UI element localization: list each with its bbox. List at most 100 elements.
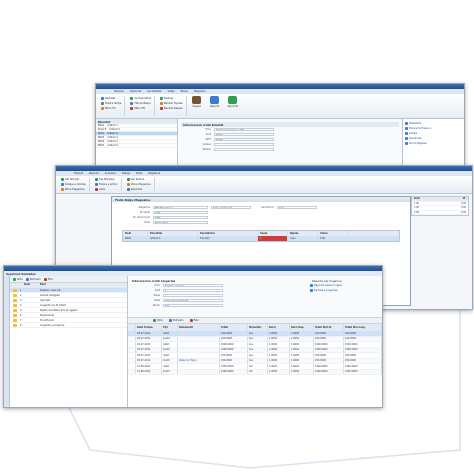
account-date-field[interactable]: 2012-03-17 00:00:00 bbox=[163, 298, 223, 303]
account-number-field[interactable]: 100 bbox=[163, 303, 223, 308]
folder-icon bbox=[13, 313, 17, 317]
menu-item[interactable]: Raporte bbox=[114, 90, 124, 93]
table-row[interactable]: B002 Artikull A Furnizim 1 cope 0.00 bbox=[123, 236, 399, 241]
ribbon-button[interactable]: Fatura e shitur bbox=[94, 183, 118, 187]
tree-row[interactable]: 8 Llogarite e posaçme bbox=[10, 323, 127, 328]
folder-icon bbox=[13, 323, 17, 327]
menu-item[interactable]: Magazina bbox=[194, 90, 206, 93]
ribbon-button[interactable]: Kartelet bbox=[101, 96, 121, 100]
menu-item[interactable]: Shitje bbox=[168, 90, 175, 93]
account-info: Informacion rreth Llogarisë Emri Kapitali… bbox=[128, 276, 382, 318]
tree-header: Kodi Emri bbox=[10, 283, 127, 288]
link-payment-account[interactable]: Konto Pagese bbox=[405, 141, 462, 146]
cost-icon bbox=[126, 178, 130, 182]
ribbon-button[interactable]: Fatura Blerje bbox=[130, 101, 151, 105]
report-icon bbox=[210, 96, 220, 104]
ribbon-button[interactable]: Cel Kandidat bbox=[130, 96, 151, 100]
folder-icon bbox=[13, 298, 17, 302]
menu-item[interactable]: Detaje bbox=[122, 172, 130, 175]
ribbon-group: Kartelet Fatura Shitje Mbro FS bbox=[98, 96, 126, 116]
dialog-form: Magazina M01 Magazina 1 Dalje per Konsum… bbox=[112, 202, 410, 228]
grid-header: Data Transa. Tipi Dokumenti Totali Moned… bbox=[128, 324, 382, 331]
account-class-field[interactable] bbox=[163, 293, 223, 298]
items-grid: Kodi Emertimi Pershkrimi Sasia Njesia Cm… bbox=[122, 230, 400, 242]
ribbon-button[interactable]: Mbro FB bbox=[130, 106, 150, 110]
ribbon-button[interactable]: Cel Kostos bbox=[126, 178, 151, 182]
delete-transaction-button[interactable]: Fshi bbox=[189, 319, 199, 322]
ribbon-group: Cel Kandidat Fatura Blerje Mbro FB bbox=[127, 96, 155, 116]
address-field[interactable] bbox=[214, 142, 274, 147]
ribbon-group: Cel Ndrysh. Detaje e ofertes Mbro Magazi… bbox=[58, 178, 90, 191]
menu-item[interactable]: Pikat bbox=[136, 172, 142, 175]
ribbon-button[interactable]: Mbro FS bbox=[101, 106, 121, 110]
value-icon bbox=[126, 183, 130, 186]
reports-button[interactable]: Raporte bbox=[207, 96, 223, 116]
plus-icon bbox=[153, 319, 156, 322]
invoice-icon bbox=[405, 127, 408, 130]
note-icon bbox=[405, 137, 408, 140]
ribbon-button[interactable]: Cel Ndrysh. bbox=[61, 178, 86, 182]
ribbon-button[interactable]: Cel Ndryshe bbox=[94, 178, 118, 182]
ribbon-button[interactable]: Bankat Hyrese bbox=[159, 101, 183, 105]
warehouse-select[interactable]: M01 Magazina 1 bbox=[153, 205, 208, 210]
ribbon-button[interactable]: Mbro Magazine bbox=[61, 187, 86, 191]
accounting-window: Veprimet Kontabel Shto Ndrysho Fshi Kodi… bbox=[3, 265, 383, 408]
invoice-icon bbox=[130, 101, 134, 105]
account-code-field[interactable]: 1 bbox=[163, 288, 223, 293]
ribbon-group: Cel Kostos Vlera Magazine Raportet bbox=[124, 178, 155, 191]
document-icon bbox=[130, 106, 134, 110]
menu-item[interactable]: Veprimet bbox=[130, 90, 141, 93]
menu-item[interactable]: Raporte bbox=[89, 172, 99, 175]
payment-icon bbox=[192, 96, 202, 104]
exit-type-select[interactable]: Dalje per Konsum bbox=[211, 205, 251, 210]
ribbon-button[interactable]: Bankat Dalese bbox=[159, 106, 183, 110]
tree-toolbar: Shto Ndrysho Fshi bbox=[10, 276, 127, 283]
menu-item[interactable]: Kontabilitet bbox=[147, 90, 161, 93]
description-field[interactable]: test bbox=[277, 205, 317, 210]
accounts-tree: Shto Ndrysho Fshi Kodi Emri 1 Kapitali, r… bbox=[10, 276, 128, 407]
menu-item[interactable]: Faturat bbox=[74, 172, 83, 175]
pencil-icon bbox=[168, 319, 172, 322]
delete-icon bbox=[189, 319, 193, 322]
cards-icon bbox=[101, 96, 104, 100]
ribbon-button[interactable]: Lista bbox=[94, 187, 118, 191]
document-icon bbox=[101, 106, 104, 110]
report-icon bbox=[310, 289, 313, 292]
ribbon-button[interactable]: Detaje e ofertes bbox=[61, 183, 86, 187]
add-transaction-button[interactable]: Shto bbox=[153, 319, 163, 322]
plus-icon bbox=[94, 178, 98, 182]
invoice-icon bbox=[101, 101, 104, 105]
menu-item[interactable]: Inventari bbox=[105, 172, 116, 175]
actions-button[interactable]: Veprimet bbox=[225, 96, 241, 116]
table-row[interactable]: 12-08-2012 kredit 1500.0000 LLT 1.0000 1.0000… bbox=[128, 369, 382, 375]
ribbon-button[interactable]: Vlera Magazine bbox=[126, 183, 151, 187]
menu-item[interactable]: Magazina bbox=[148, 172, 160, 175]
info-icon bbox=[405, 132, 408, 135]
list-item[interactable]: B005 Artikull 6 bbox=[96, 144, 177, 148]
add-button[interactable]: Shto bbox=[13, 277, 23, 281]
edit-transaction-button[interactable]: Ndrysho bbox=[168, 319, 184, 322]
serial-field[interactable]: 2226 bbox=[153, 210, 208, 215]
edit-button[interactable]: Ndrysho bbox=[25, 277, 41, 281]
ribbon-group: Kartela Bankat Hyrese Bankat Dalese bbox=[157, 96, 187, 116]
delete-button[interactable]: Fshi bbox=[43, 277, 53, 281]
summary-columns: Lista Vl. 1.00 0.00 1.00 0.00 2.00 0.00 bbox=[411, 196, 469, 216]
payments-button[interactable]: Pagesa bbox=[189, 96, 205, 116]
report-icon bbox=[126, 187, 130, 191]
code-field[interactable]: K0001 bbox=[214, 132, 274, 137]
menu-item[interactable]: Blerje bbox=[181, 90, 188, 93]
transactions-grid: Data Transa. Tipi Dokumenti Totali Moned… bbox=[128, 324, 382, 407]
nipt-field[interactable]: K0002 bbox=[214, 137, 274, 142]
doc-number-field[interactable]: 2226 bbox=[153, 215, 208, 220]
ribbon-button[interactable]: Kartela bbox=[159, 96, 183, 100]
account-name-field[interactable]: Kapitali, rezervat bbox=[163, 283, 223, 288]
name-field[interactable]: Klienti me pagesa ne afat bbox=[214, 127, 274, 132]
phone-field[interactable] bbox=[214, 147, 274, 152]
ribbon-button[interactable]: Fatura Shitje bbox=[101, 101, 121, 105]
date-field[interactable]: 08-12-2014 bbox=[153, 220, 208, 225]
report-ledger-link[interactable]: Kartela e llogarise bbox=[310, 288, 380, 293]
ribbon-button[interactable]: Raportet bbox=[126, 187, 151, 191]
actions-icon bbox=[228, 96, 238, 104]
ribbon-toolbar: Cel Ndrysh. Detaje e ofertes Mbro Magazi… bbox=[56, 176, 472, 194]
warehouse-icon bbox=[61, 187, 64, 191]
